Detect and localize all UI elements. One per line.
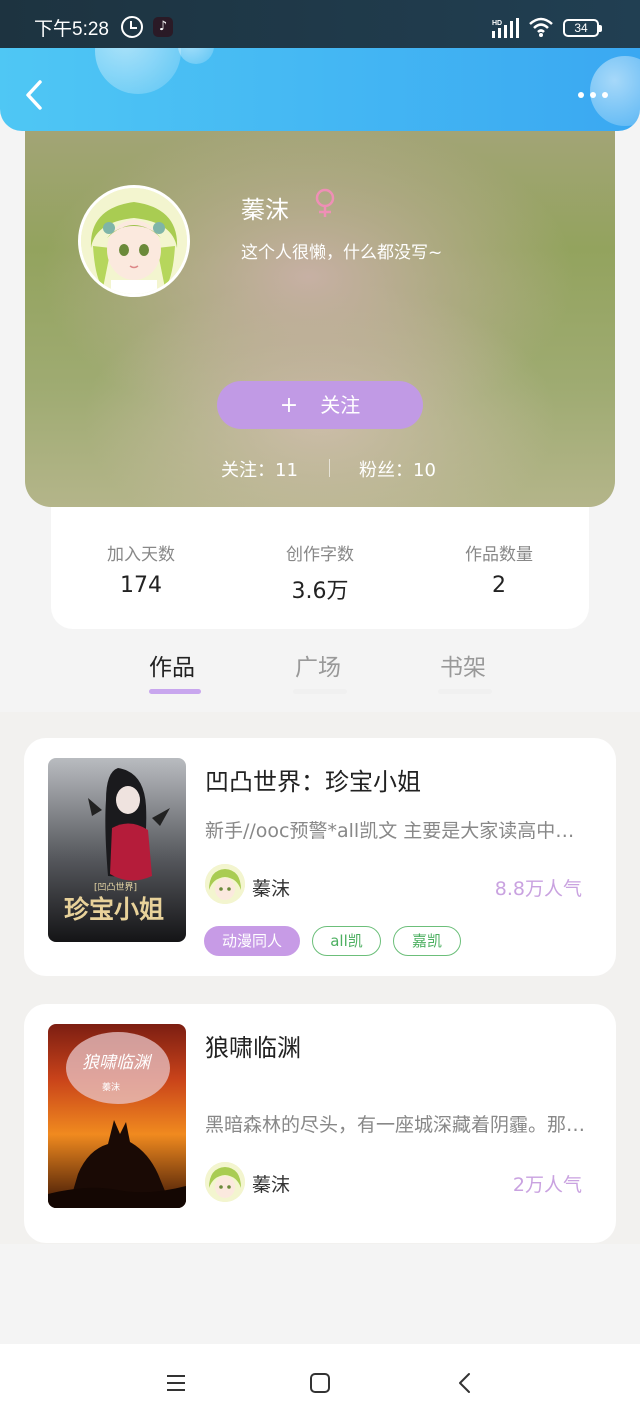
cover-title: 狼啸临渊	[82, 1053, 150, 1073]
work-card[interactable]: [凹凸世界] 珍宝小姐 凹凸世界：珍宝小姐 新手//ooc预警*all凯文 主要…	[24, 738, 616, 976]
tab-plaza-underline	[293, 689, 347, 694]
back-icon[interactable]	[454, 1371, 478, 1395]
author-avatar-image	[205, 1162, 245, 1202]
cover-subtitle: 蓁沫	[102, 1083, 121, 1093]
cover-title: 珍宝小姐	[64, 895, 165, 924]
work-card[interactable]: 狼啸临渊 蓁沫 狼啸临渊 黑暗森林的尽头，有一座城深藏着阴霾。那是一座被遗忘的城…	[24, 1004, 616, 1243]
wifi-icon	[529, 17, 553, 37]
battery-icon: 34	[563, 19, 602, 37]
popularity-count: 2万人气	[512, 1174, 582, 1196]
stat-label: 创作字数	[286, 545, 354, 565]
author-name[interactable]: 蓁沫	[252, 1170, 290, 1197]
female-gender-icon	[315, 188, 335, 217]
svg-text:HD: HD	[492, 20, 502, 27]
follow-button[interactable]: + 关注	[217, 381, 423, 429]
tab-works-underline	[149, 689, 201, 694]
stat-word-count: 创作字数 3.6万	[230, 540, 410, 605]
author-avatar-image	[205, 864, 245, 904]
book-cover[interactable]: [凹凸世界] 珍宝小姐	[48, 758, 186, 942]
tag-all-kai[interactable]: all凯	[312, 926, 381, 956]
works-list: [凹凸世界] 珍宝小姐 凹凸世界：珍宝小姐 新手//ooc预警*all凯文 主要…	[0, 712, 640, 1244]
status-time: 下午5:28	[34, 19, 109, 40]
stat-works-count: 作品数量 2	[409, 540, 589, 598]
menu-icon[interactable]	[164, 1371, 188, 1395]
decorative-bubble	[95, 48, 181, 94]
work-title[interactable]: 凹凸世界：珍宝小姐	[205, 762, 421, 797]
tab-bookshelf-underline	[438, 689, 492, 694]
alarm-icon	[121, 16, 143, 38]
tiktok-icon: ♪	[153, 17, 173, 37]
decorative-bubble	[178, 48, 214, 64]
fans-count[interactable]: 粉丝：10	[359, 456, 436, 482]
tab-plaza[interactable]: 广场	[295, 648, 341, 682]
home-icon[interactable]	[308, 1371, 332, 1395]
follow-stats: 关注：11 粉丝：10	[25, 456, 615, 482]
stat-value: 174	[120, 573, 162, 598]
app-header	[0, 48, 640, 131]
follow-button-label: 关注	[320, 393, 361, 417]
plus-icon: +	[279, 393, 299, 418]
more-dots-icon	[578, 92, 584, 98]
user-bio: 这个人很懒，什么都没写~	[241, 243, 443, 263]
stat-label: 作品数量	[465, 545, 533, 565]
tag-jia-kai[interactable]: 嘉凯	[393, 926, 461, 956]
author-avatar[interactable]	[205, 864, 245, 904]
book-cover[interactable]: 狼啸临渊 蓁沫	[48, 1024, 186, 1208]
tab-bookshelf[interactable]: 书架	[440, 648, 486, 682]
divider	[329, 459, 330, 477]
tab-works[interactable]: 作品	[149, 648, 195, 682]
more-button[interactable]	[574, 88, 614, 104]
hd-signal-icon: HD	[492, 18, 519, 38]
author-name[interactable]: 蓁沫	[252, 874, 290, 901]
avatar[interactable]	[78, 185, 190, 297]
stat-value: 3.6万	[291, 579, 349, 604]
following-count[interactable]: 关注：11	[221, 456, 298, 482]
work-description: 新手//ooc预警*all凯文 主要是大家读高中时候的故事	[205, 820, 593, 842]
stat-value: 2	[492, 573, 506, 598]
stat-join-days: 加入天数 174	[51, 540, 231, 598]
profile-card: 蓁沫 这个人很懒，什么都没写~ + 关注 关注：11 粉丝：10	[25, 110, 615, 507]
work-title[interactable]: 狼啸临渊	[205, 1028, 301, 1063]
status-bar: 下午5:28 ♪ HD 34	[0, 0, 640, 48]
back-button[interactable]	[20, 78, 50, 112]
avatar-illustration	[81, 188, 187, 294]
author-avatar[interactable]	[205, 1162, 245, 1202]
stats-card: 加入天数 174 创作字数 3.6万 作品数量 2	[51, 498, 589, 629]
username: 蓁沫	[241, 196, 289, 224]
system-nav-bar	[0, 1344, 640, 1422]
work-description: 黑暗森林的尽头，有一座城深藏着阴霾。那是一座被遗忘的城	[205, 1114, 593, 1136]
popularity-count: 8.8万人气	[494, 878, 582, 900]
back-chevron-icon	[26, 80, 42, 110]
stat-label: 加入天数	[107, 545, 175, 565]
tag-anime-fanfic[interactable]: 动漫同人	[204, 926, 300, 956]
